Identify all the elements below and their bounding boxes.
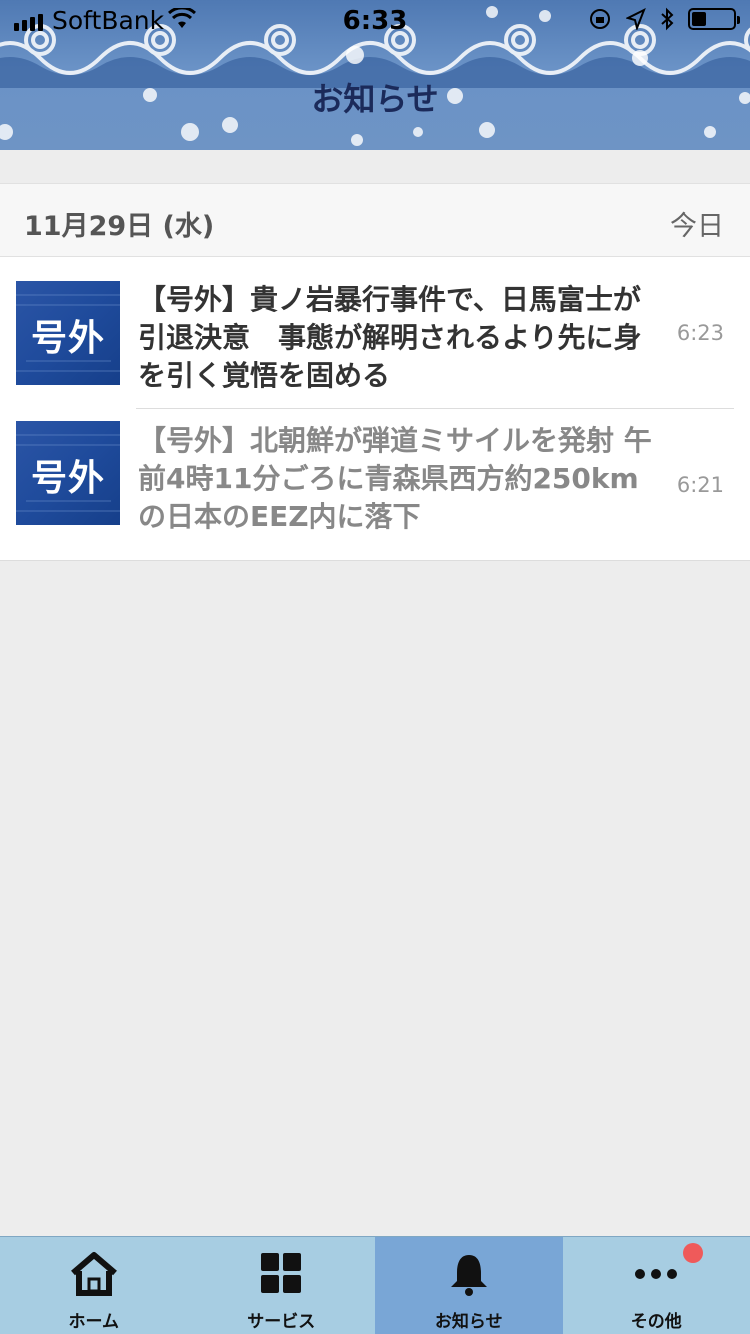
notices-screen: SoftBank 6:33 お知らせ 11月29日 (水) 今日 号外 【号外】… [0,0,750,1334]
notice-title: 【号外】貴ノ岩暴行事件で、日馬富士が引退決意 事態が解明されるより先に身を引く覚… [138,283,642,392]
bell-icon [450,1255,487,1296]
tab-label: その他 [630,1312,682,1332]
extra-edition-thumbnail: 号外 [16,421,120,525]
tab-label: お知らせ [434,1312,503,1332]
notice-item[interactable]: 号外 【号外】北朝鮮が弾道ミサイルを発射 午前4時11分ごろに青森県西方約250… [0,409,750,561]
location-icon [626,8,646,30]
tab-bar: ホーム サービス お知らせ その他 [0,1236,750,1334]
notification-badge [682,1243,703,1263]
home-icon [70,1252,117,1296]
notice-time: 6:21 [676,473,724,497]
section-date: 11月29日 (水) [24,211,215,242]
tab-label: サービス [247,1312,316,1332]
tab-more[interactable]: その他 [563,1237,750,1334]
date-section-header: 11月29日 (水) 今日 [0,183,750,257]
thumbnail-label: 号外 [30,318,105,359]
tab-label: ホーム [68,1312,120,1332]
bluetooth-icon [661,7,674,31]
notice-time: 6:23 [676,321,724,345]
status-bar: SoftBank 6:33 [0,0,750,40]
notice-list: 号外 【号外】貴ノ岩暴行事件で、日馬富士が引退決意 事態が解明されるより先に身を… [0,257,750,561]
tab-home[interactable]: ホーム [0,1237,188,1334]
extra-edition-thumbnail: 号外 [16,281,120,385]
thumbnail-label: 号外 [30,458,105,499]
section-relative-date: 今日 [670,211,724,242]
notice-title: 【号外】北朝鮮が弾道ミサイルを発射 午前4時11分ごろに青森県西方約250kmの… [138,424,652,533]
page-title: お知らせ [311,80,439,118]
orientation-lock-icon [590,9,610,29]
tab-services[interactable]: サービス [188,1237,376,1334]
grid-icon [261,1253,302,1293]
battery-icon [688,8,740,30]
tab-notices[interactable]: お知らせ [375,1237,563,1334]
notice-item[interactable]: 号外 【号外】貴ノ岩暴行事件で、日馬富士が引退決意 事態が解明されるより先に身を… [0,257,750,409]
header-bar: SoftBank 6:33 お知らせ [0,0,750,150]
more-icon [635,1269,678,1279]
status-icons [588,7,740,31]
